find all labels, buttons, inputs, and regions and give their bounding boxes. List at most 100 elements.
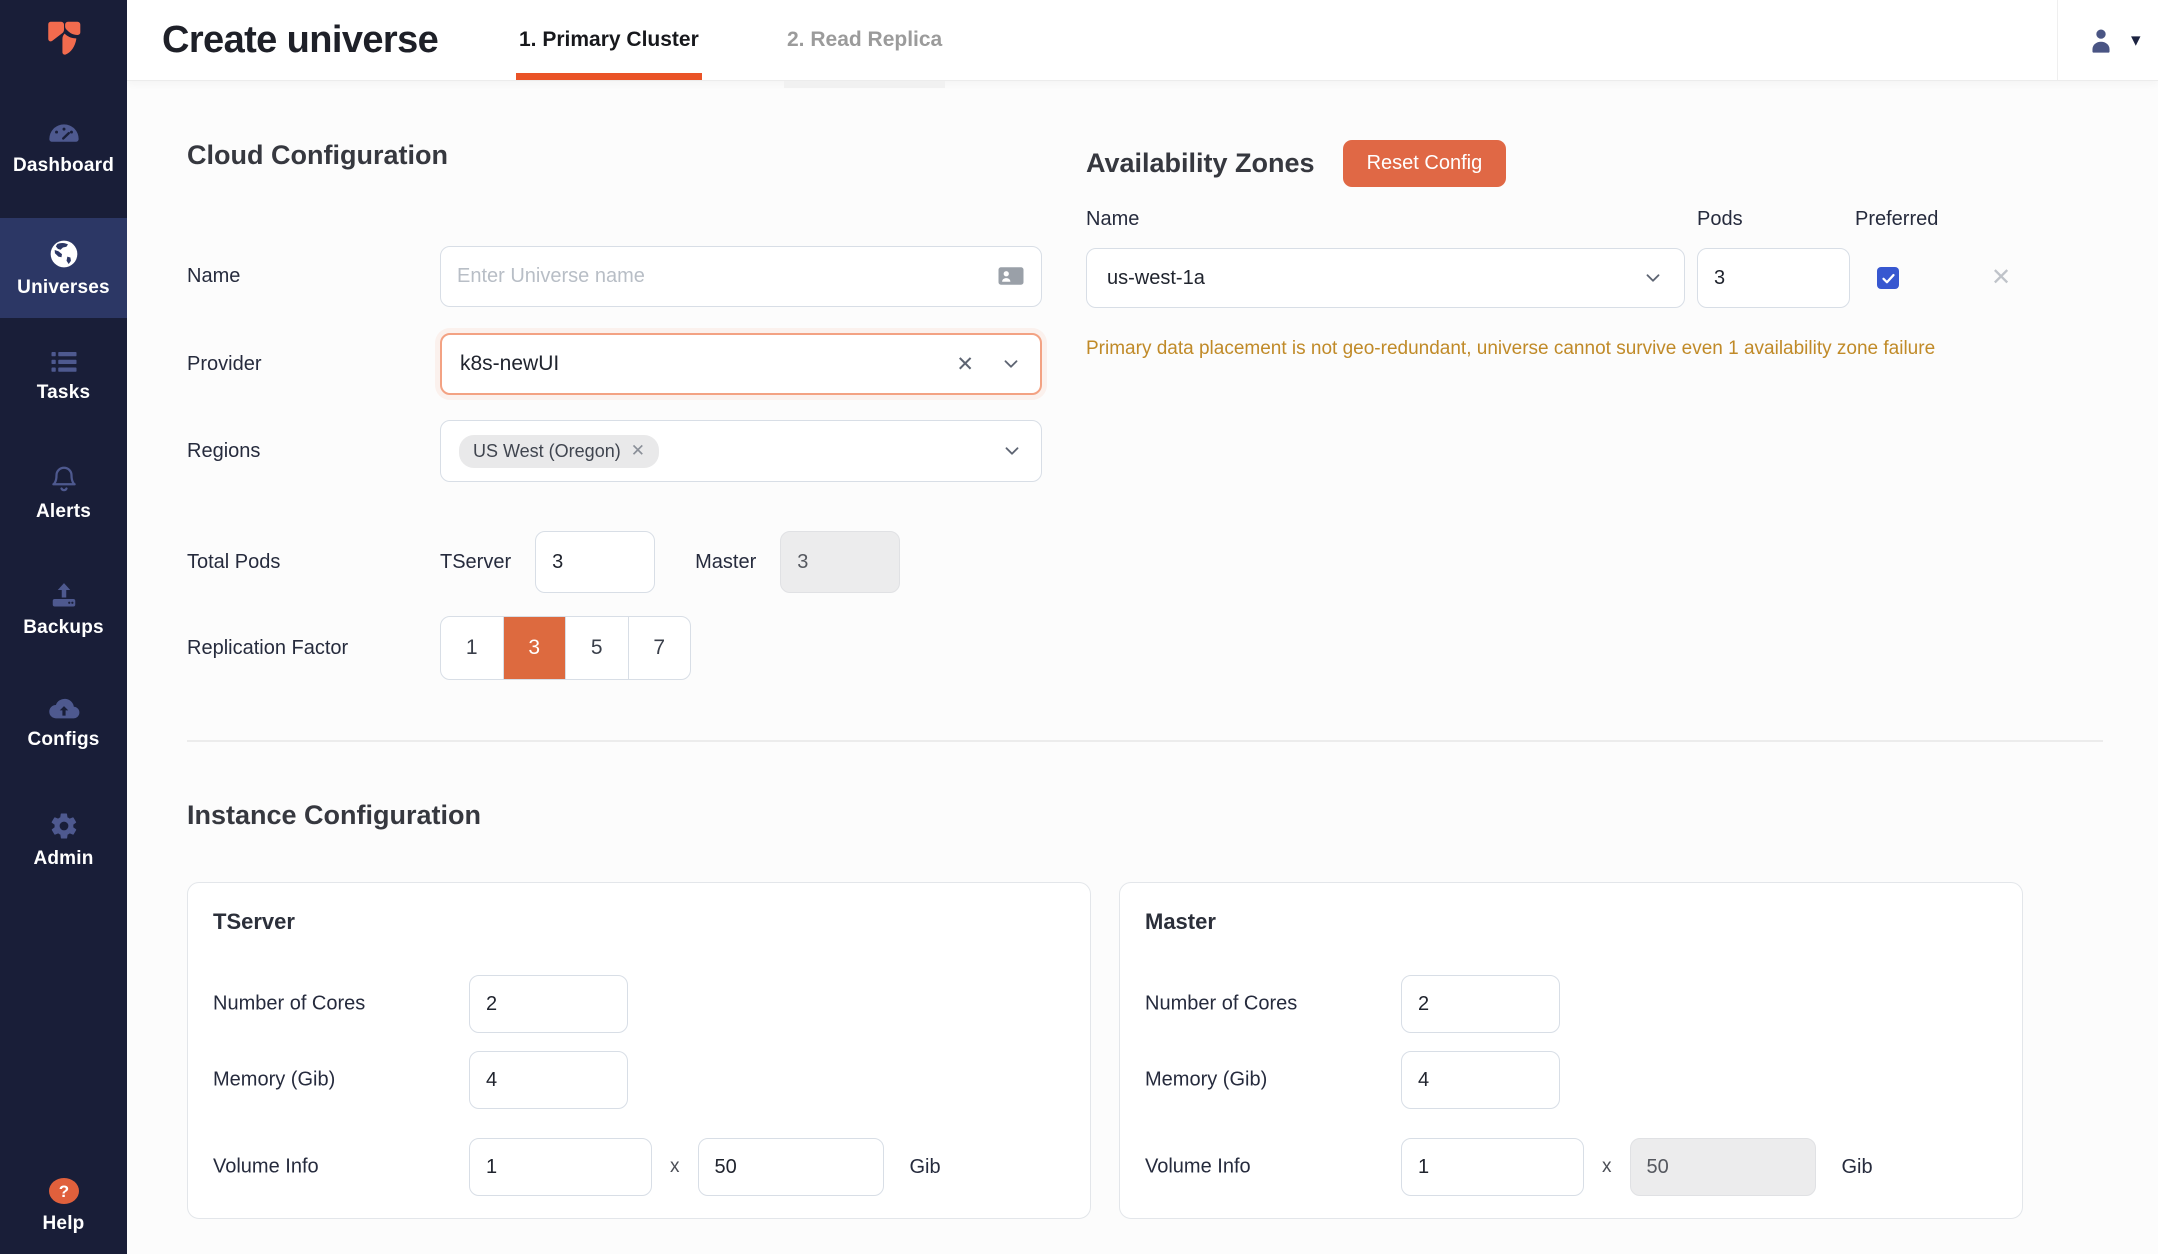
page-title: Create universe: [162, 0, 438, 80]
volume-info-label: Volume Info: [213, 1156, 319, 1179]
universe-name-input[interactable]: [440, 246, 1042, 307]
globe-icon: [48, 238, 80, 270]
replication-factor-group: 1 3 5 7: [440, 616, 691, 680]
availability-zones-section: Availability Zones Reset Config Name Pod…: [1086, 140, 2106, 187]
master-memory-input[interactable]: [1401, 1051, 1560, 1109]
regions-row: Regions US West (Oregon) ✕: [187, 420, 1067, 482]
sidebar: Dashboard Universes Tasks Alerts: [0, 0, 127, 1254]
master-cores-input[interactable]: [1401, 975, 1560, 1033]
master-card-title: Master: [1145, 909, 1216, 935]
sidebar-item-label: Tasks: [37, 382, 90, 404]
sidebar-item-label: Dashboard: [13, 155, 114, 177]
tserver-instance-card: TServer Number of Cores Memory (Gib) Vol…: [187, 882, 1091, 1219]
tserver-card-title: TServer: [213, 909, 295, 935]
az-remove-icon[interactable]: ✕: [1991, 263, 2011, 292]
sidebar-item-configs[interactable]: Configs: [0, 696, 127, 751]
regions-select[interactable]: US West (Oregon) ✕: [440, 420, 1042, 482]
volume-multiply-label: x: [1602, 1156, 1612, 1178]
region-chip-label: US West (Oregon): [473, 441, 621, 462]
replication-option-1[interactable]: 1: [441, 617, 504, 679]
provider-clear-icon[interactable]: ✕: [956, 352, 974, 377]
sidebar-item-label: Configs: [27, 729, 99, 751]
gear-icon: [49, 811, 79, 841]
sidebar-item-help[interactable]: ? Help: [0, 1176, 127, 1235]
az-pods-input[interactable]: [1697, 248, 1850, 308]
sidebar-item-alerts[interactable]: Alerts: [0, 464, 127, 523]
replication-option-5[interactable]: 5: [566, 617, 629, 679]
master-pods-input: [780, 531, 900, 593]
user-icon: [2085, 24, 2117, 56]
sidebar-item-label: Admin: [33, 848, 93, 870]
sidebar-item-label: Alerts: [36, 501, 91, 523]
cloud-configuration-heading: Cloud Configuration: [187, 140, 1067, 171]
cores-label: Number of Cores: [1145, 993, 1297, 1016]
az-row: us-west-1a ✕: [1086, 248, 2106, 308]
chevron-down-icon[interactable]: [1001, 440, 1023, 462]
az-name-column-header: Name: [1086, 208, 1139, 231]
reset-config-button[interactable]: Reset Config: [1343, 140, 1507, 187]
regions-label: Regions: [187, 440, 260, 463]
bell-icon: [49, 464, 79, 494]
cloud-configuration-section: Cloud Configuration Name Provider k8s-ne…: [187, 140, 1067, 171]
dashboard-gauge-icon: [48, 122, 80, 148]
sidebar-item-label: Backups: [23, 617, 104, 639]
az-name-select[interactable]: us-west-1a: [1086, 248, 1685, 308]
instance-configuration-heading: Instance Configuration: [187, 800, 2103, 831]
sidebar-item-backups[interactable]: Backups: [0, 580, 127, 639]
tab-read-replica[interactable]: 2. Read Replica: [787, 0, 942, 80]
checkmark-icon: [1881, 271, 1896, 286]
az-preferred-column-header: Preferred: [1855, 208, 1938, 231]
provider-row: Provider k8s-newUI ✕: [187, 333, 1067, 395]
help-question-icon: ?: [47, 1176, 81, 1206]
volume-unit-label: Gib: [910, 1156, 941, 1179]
cloud-upload-icon: [48, 696, 80, 722]
master-instance-card: Master Number of Cores Memory (Gib) Volu…: [1119, 882, 2023, 1219]
az-name-value: us-west-1a: [1107, 267, 1642, 290]
tserver-memory-input[interactable]: [469, 1051, 628, 1109]
provider-value: k8s-newUI: [460, 352, 956, 376]
replication-option-3[interactable]: 3: [504, 617, 567, 679]
master-volume-size-input: [1630, 1138, 1816, 1196]
total-pods-label: Total Pods: [187, 551, 280, 574]
availability-zones-heading: Availability Zones: [1086, 148, 1315, 179]
task-list-icon: [49, 349, 79, 375]
sidebar-item-label: Universes: [17, 277, 110, 299]
master-pods-label: Master: [695, 551, 756, 574]
az-preferred-checkbox[interactable]: [1877, 267, 1899, 289]
chevron-down-icon[interactable]: [1642, 267, 1664, 289]
user-menu[interactable]: ▾: [2085, 0, 2141, 80]
tserver-pods-input[interactable]: [535, 531, 655, 593]
total-pods-row: Total Pods TServer Master: [187, 531, 1067, 593]
master-volume-count-input[interactable]: [1401, 1138, 1584, 1196]
volume-info-label: Volume Info: [1145, 1156, 1251, 1179]
sidebar-item-dashboard[interactable]: Dashboard: [0, 122, 127, 177]
cores-label: Number of Cores: [213, 993, 365, 1016]
create-universe-page: Dashboard Universes Tasks Alerts: [0, 0, 2158, 1254]
sidebar-item-universes[interactable]: Universes: [0, 218, 127, 318]
az-pods-column-header: Pods: [1697, 208, 1743, 231]
universe-name-row: Name: [187, 246, 1067, 307]
yugabyte-logo-icon[interactable]: [37, 14, 91, 70]
tserver-cores-input[interactable]: [469, 975, 628, 1033]
header-divider: [2057, 0, 2058, 80]
sidebar-item-label: Help: [43, 1213, 85, 1235]
chevron-down-icon: ▾: [2131, 29, 2141, 52]
instance-configuration-section: Instance Configuration TServer Number of…: [187, 800, 2103, 831]
replication-option-7[interactable]: 7: [629, 617, 691, 679]
section-divider: [187, 740, 2103, 742]
region-chip-remove-icon[interactable]: ✕: [631, 441, 645, 461]
memory-label: Memory (Gib): [213, 1069, 335, 1092]
chevron-down-icon[interactable]: [1000, 353, 1022, 375]
tab-primary-cluster[interactable]: 1. Primary Cluster: [519, 0, 699, 80]
volume-unit-label: Gib: [1842, 1156, 1873, 1179]
region-chip: US West (Oregon) ✕: [459, 435, 659, 468]
replication-factor-row: Replication Factor 1 3 5 7: [187, 616, 1067, 680]
memory-label: Memory (Gib): [1145, 1069, 1267, 1092]
sidebar-item-admin[interactable]: Admin: [0, 811, 127, 870]
tserver-volume-size-input[interactable]: [698, 1138, 884, 1196]
backup-upload-icon: [49, 580, 79, 610]
provider-select[interactable]: k8s-newUI ✕: [440, 333, 1042, 395]
id-card-icon: [996, 261, 1026, 291]
sidebar-item-tasks[interactable]: Tasks: [0, 349, 127, 404]
tserver-volume-count-input[interactable]: [469, 1138, 652, 1196]
